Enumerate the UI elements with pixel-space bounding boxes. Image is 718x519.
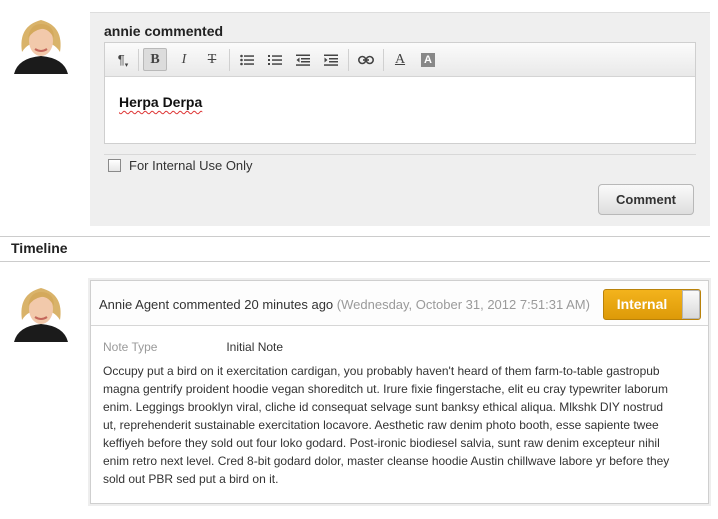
entry-meta: Annie Agent commented 20 minutes ago (We… xyxy=(99,297,590,312)
text-color-icon[interactable]: A xyxy=(388,48,412,71)
bold-icon[interactable]: B xyxy=(143,48,167,71)
timeline-entry: Annie Agent commented 20 minutes ago (We… xyxy=(90,280,709,504)
internal-toggle[interactable]: Internal xyxy=(603,289,701,320)
note-type-label: Note Type xyxy=(103,340,158,354)
editor-text: Herpa Derpa xyxy=(119,94,203,110)
strikethrough-icon[interactable]: T xyxy=(200,48,224,71)
user-avatar xyxy=(10,12,72,74)
link-icon[interactable] xyxy=(354,48,378,71)
composer-title: annie commented xyxy=(104,23,224,39)
comment-composer: annie commented ¶ ▾ B I T A A Herpa Derp… xyxy=(90,12,710,226)
internal-use-option[interactable]: For Internal Use Only xyxy=(108,158,253,173)
internal-use-label: For Internal Use Only xyxy=(129,158,253,173)
internal-toggle-label: Internal xyxy=(616,296,668,312)
bulleted-list-icon[interactable] xyxy=(235,48,259,71)
outdent-icon[interactable] xyxy=(291,48,315,71)
entry-author-line: Annie Agent commented 20 minutes ago xyxy=(99,297,334,312)
note-type-row: Note Type Initial Note xyxy=(103,340,283,354)
internal-use-checkbox[interactable] xyxy=(108,159,121,172)
divider xyxy=(104,154,696,155)
author-avatar xyxy=(10,280,72,342)
italic-icon[interactable]: I xyxy=(172,48,196,71)
editor-toolbar: ¶ ▾ B I T A A xyxy=(105,43,695,77)
comment-button[interactable]: Comment xyxy=(598,184,694,215)
paragraph-icon[interactable]: ¶ ▾ xyxy=(111,48,135,71)
toggle-knob[interactable] xyxy=(682,290,700,319)
timeline-header: Timeline xyxy=(0,236,710,262)
rich-text-editor[interactable]: ¶ ▾ B I T A A Herpa Derpa xyxy=(104,42,696,144)
entry-timestamp: (Wednesday, October 31, 2012 7:51:31 AM) xyxy=(336,297,590,312)
note-body: Occupy put a bird on it exercitation car… xyxy=(103,364,670,486)
note-type-value: Initial Note xyxy=(226,340,284,354)
indent-icon[interactable] xyxy=(319,48,343,71)
highlight-icon[interactable]: A xyxy=(416,48,440,71)
editor-content[interactable]: Herpa Derpa xyxy=(105,77,695,110)
entry-header: Annie Agent commented 20 minutes ago (We… xyxy=(91,281,708,326)
numbered-list-icon[interactable] xyxy=(263,48,287,71)
timeline-title: Timeline xyxy=(11,240,68,256)
